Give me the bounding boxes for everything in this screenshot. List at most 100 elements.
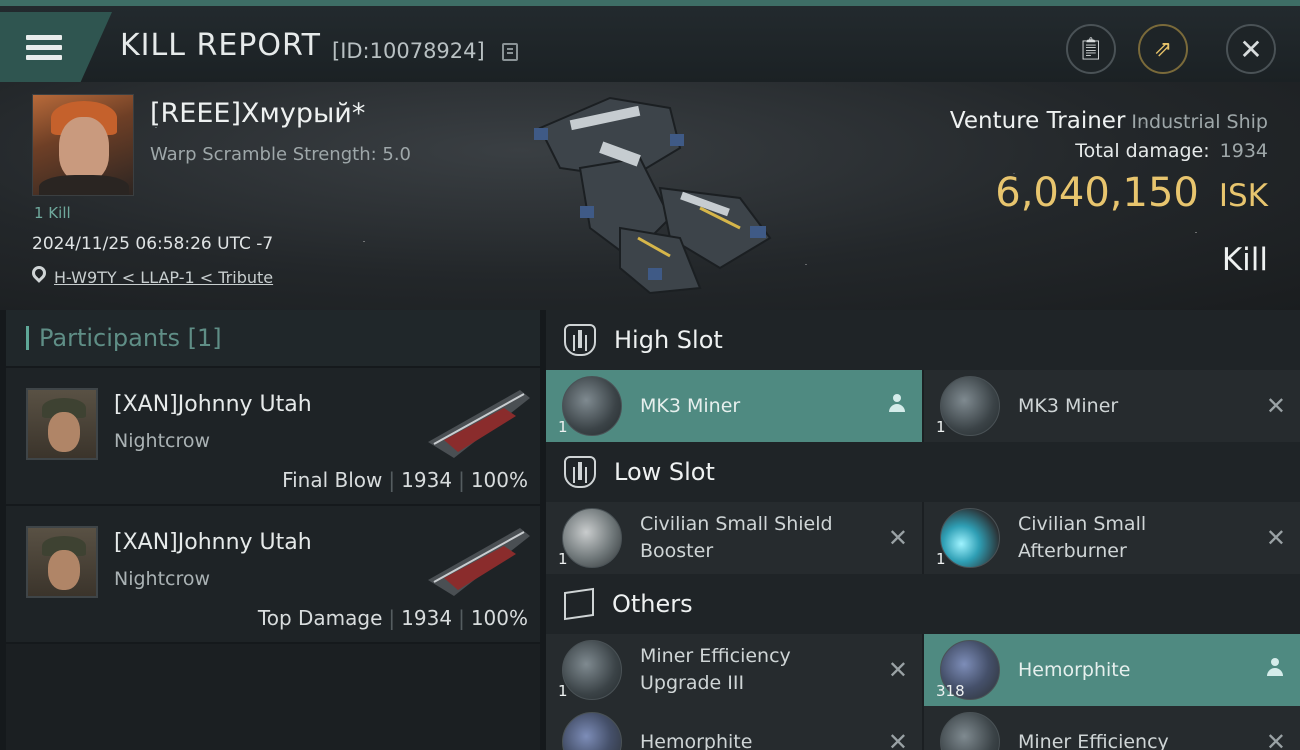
low-slot-label: Low Slot: [614, 458, 715, 486]
destroyed-x-icon: ✕: [887, 728, 908, 750]
total-damage: Total damage: 1934: [1075, 140, 1268, 162]
close-button[interactable]: ✕: [1226, 24, 1276, 74]
miner-icon: [940, 376, 1000, 436]
ship-name-text: Venture Trainer: [949, 108, 1126, 134]
item-quantity: 1: [558, 682, 568, 700]
stat-separator: |: [458, 468, 465, 492]
participant-avatar[interactable]: [26, 526, 98, 598]
participant-row[interactable]: [XAN]Johnny Utah Nightcrow Top Damage | 19…: [6, 506, 540, 644]
fittings-panel: High Slot 1 MK3 Miner 1 MK3 Miner ✕ Low …: [546, 310, 1300, 750]
participants-header: Participants [1]: [6, 310, 540, 368]
participant-damage: 1934: [401, 468, 453, 492]
high-slot-header: High Slot: [546, 310, 1300, 370]
participants-count: [1]: [187, 324, 222, 352]
stat-separator: |: [458, 606, 465, 630]
item-quantity: 1: [558, 550, 568, 568]
participants-label: Participants: [39, 324, 180, 352]
item-name: Hemorphite: [640, 730, 753, 750]
low-slot-row: 1 Civilian Small Shield Booster ✕ 1 Civi…: [546, 502, 1300, 574]
fitting-item[interactable]: 1 MK3 Miner ✕: [924, 370, 1300, 442]
location-link[interactable]: H-W9TY < LLAP-1 < Tribute: [54, 268, 273, 287]
fitting-item[interactable]: Hemorphite ✕: [546, 706, 922, 750]
item-name: Miner Efficiency Upgrade III: [640, 645, 791, 694]
victim-name[interactable]: [REEE]Хмурый*: [150, 98, 365, 129]
item-name: MK3 Miner: [1018, 394, 1119, 417]
page-title: KILL REPORT: [120, 28, 321, 63]
isk-amount: 6,040,150: [995, 170, 1199, 216]
copy-icon[interactable]: [502, 43, 518, 61]
kill-count: 1 Kill: [34, 204, 71, 222]
item-quantity: 1: [558, 418, 568, 436]
high-slot-label: High Slot: [614, 326, 723, 354]
header-accent-bar: [26, 326, 29, 350]
fitting-item[interactable]: 1 Miner Efficiency Upgrade III ✕: [546, 634, 922, 706]
pilot-icon: [1266, 658, 1284, 676]
item-name: Civilian Small Afterburner: [1018, 513, 1147, 562]
participant-row[interactable]: [XAN]Johnny Utah Nightcrow Final Blow | 19…: [6, 368, 540, 506]
miner-icon: [562, 376, 622, 436]
clipboard-icon: 📋︎: [1077, 36, 1105, 62]
high-slot-icon: [564, 324, 596, 356]
afterburner-icon: [940, 508, 1000, 568]
hamburger-icon: [26, 30, 62, 65]
participant-percent: 100%: [470, 606, 528, 630]
participant-avatar[interactable]: [26, 388, 98, 460]
clipboard-button[interactable]: 📋︎: [1066, 24, 1116, 74]
ship-name[interactable]: Venture Trainer Industrial Ship: [950, 108, 1268, 134]
ship-class: Industrial Ship: [1131, 111, 1268, 133]
pilot-icon: [888, 394, 906, 412]
item-name: Miner Efficiency: [1018, 730, 1169, 750]
others-row: 1 Miner Efficiency Upgrade III ✕ 318 Hem…: [546, 634, 1300, 706]
warp-scramble-strength: Warp Scramble Strength: 5.0: [150, 144, 412, 165]
close-icon: ✕: [1239, 32, 1263, 66]
others-header: Others: [546, 574, 1300, 634]
fitting-item[interactable]: Miner Efficiency ✕: [924, 706, 1300, 750]
participants-panel: Participants [1] [XAN]Johnny Utah Nightc…: [6, 310, 540, 750]
item-quantity: 1: [936, 418, 946, 436]
participant-name: [XAN]Johnny Utah: [114, 530, 312, 555]
participant-stats: Top Damage | 1934 | 100%: [258, 606, 528, 630]
participants-title: Participants [1]: [39, 324, 222, 352]
participant-ship-image: [428, 528, 530, 596]
high-slot-row: 1 MK3 Miner 1 MK3 Miner ✕: [546, 370, 1300, 442]
total-damage-label: Total damage:: [1075, 140, 1210, 162]
cargo-cube-icon: [564, 587, 594, 621]
miner-upgrade-icon: [562, 640, 622, 700]
participant-role: Final Blow: [282, 468, 383, 492]
item-name: Civilian Small Shield Booster: [640, 513, 833, 562]
report-id: [ID:10078924]: [332, 39, 485, 63]
isk-value: 6,040,150 ISK: [995, 170, 1268, 216]
participant-ship: Nightcrow: [114, 568, 211, 590]
participant-damage: 1934: [401, 606, 453, 630]
fitting-item[interactable]: 1 MK3 Miner: [546, 370, 922, 442]
stat-separator: |: [388, 606, 396, 630]
others-label: Others: [612, 590, 693, 618]
ore-icon: [562, 712, 622, 750]
menu-button[interactable]: [0, 12, 112, 82]
fitting-item[interactable]: 1 Civilian Small Shield Booster ✕: [546, 502, 922, 574]
others-row: Hemorphite ✕ Miner Efficiency ✕: [546, 706, 1300, 750]
stat-separator: |: [388, 468, 396, 492]
victim-avatar[interactable]: [32, 94, 134, 196]
victim-panel: [REEE]Хмурый* Warp Scramble Strength: 5.…: [0, 82, 1300, 310]
destroyed-x-icon: ✕: [887, 656, 908, 684]
fitting-item[interactable]: 1 Civilian Small Afterburner ✕: [924, 502, 1300, 574]
participant-ship-image: [428, 390, 530, 458]
low-slot-icon: [564, 456, 596, 488]
isk-unit: ISK: [1218, 178, 1268, 214]
low-slot-header: Low Slot: [546, 442, 1300, 502]
destroyed-x-icon: ✕: [1265, 728, 1286, 750]
item-quantity: 1: [936, 550, 946, 568]
kill-result: Kill: [1221, 242, 1268, 278]
share-button[interactable]: ⇗: [1138, 24, 1188, 74]
kill-datetime: 2024/11/25 06:58:26 UTC -7: [32, 234, 274, 254]
miner-upgrade-icon: [940, 712, 1000, 750]
victim-ship-image: [534, 96, 772, 295]
header-bar: KILL REPORT [ID:10078924] 📋︎ ⇗ ✕: [0, 0, 1300, 82]
participant-role: Top Damage: [257, 606, 383, 630]
item-quantity: 318: [936, 682, 965, 700]
participant-percent: 100%: [470, 468, 528, 492]
total-damage-value: 1934: [1219, 140, 1268, 162]
fitting-item[interactable]: 318 Hemorphite: [924, 634, 1300, 706]
destroyed-x-icon: ✕: [1265, 524, 1286, 552]
